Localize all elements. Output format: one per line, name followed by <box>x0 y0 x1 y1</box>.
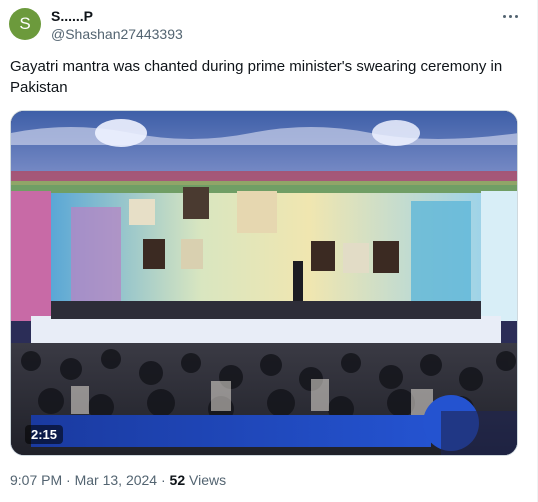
video-duration: 2:15 <box>25 425 64 444</box>
views-count: 52 <box>169 472 186 488</box>
views-label: Views <box>185 472 227 488</box>
avatar[interactable]: S <box>9 8 41 40</box>
tweet-text: Gayatri mantra was chanted during prime … <box>10 58 503 96</box>
tweet-time-link[interactable]: 9:07 PM · Mar 13, 2024 <box>10 472 157 488</box>
meta-separator: · <box>157 472 170 488</box>
tweet-time: 9:07 PM <box>10 472 63 488</box>
tweet-card: S S......P @Shashan27443393 Gayatri mant… <box>0 0 538 502</box>
display-name[interactable]: S......P <box>51 8 93 24</box>
user-handle[interactable]: @Shashan27443393 <box>51 26 183 42</box>
avatar-initial: S <box>19 14 31 33</box>
tweet-date: Mar 13, 2024 <box>74 472 158 488</box>
meta-separator: · <box>62 472 75 488</box>
more-horizontal-icon[interactable] <box>498 6 522 26</box>
tweet-meta: 9:07 PM · Mar 13, 2024 · 52 Views <box>10 472 226 488</box>
video-player[interactable]: 2:15 <box>10 110 518 456</box>
video-thumbnail <box>11 111 517 455</box>
